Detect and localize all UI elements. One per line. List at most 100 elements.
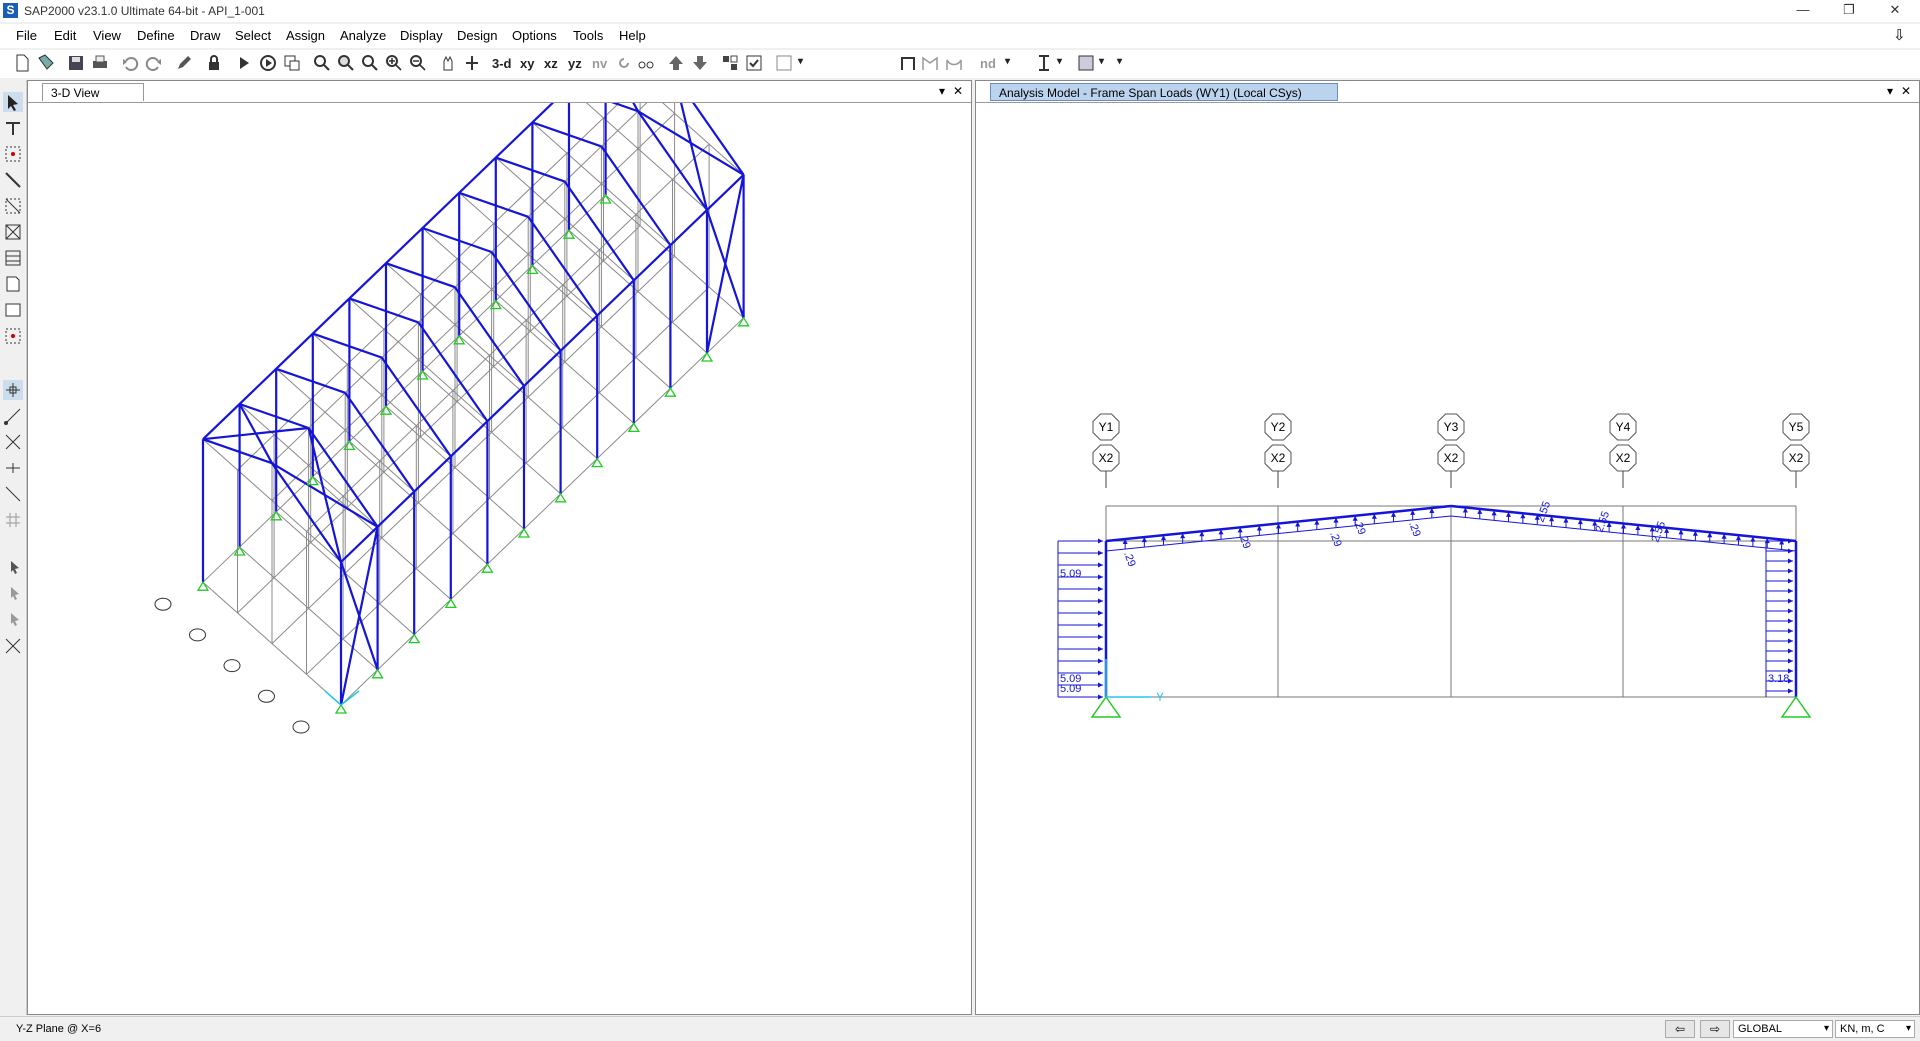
undo-icon[interactable] xyxy=(120,53,140,73)
quick-draw-area-icon[interactable] xyxy=(3,326,23,346)
save-icon[interactable] xyxy=(66,53,86,73)
quick-draw-secondary-icon[interactable] xyxy=(3,248,23,268)
menu-select[interactable]: Select xyxy=(235,28,271,43)
view-nd-button[interactable]: nd xyxy=(980,56,996,71)
menu-options[interactable]: Options xyxy=(512,28,557,43)
view-3d-button[interactable]: 3-d xyxy=(492,56,512,71)
lock-model-icon[interactable] xyxy=(282,53,302,73)
check-icon[interactable] xyxy=(744,53,764,73)
clear-select-icon[interactable] xyxy=(3,610,23,630)
toolbar-dropdown-chevron-icon-3[interactable]: ▾ xyxy=(1057,56,1062,67)
snap-perpendicular-icon[interactable] xyxy=(3,458,23,478)
tab-3d-view[interactable]: 3-D View xyxy=(42,83,144,101)
zoom-previous-icon[interactable] xyxy=(360,53,380,73)
rotate-3d-icon[interactable] xyxy=(462,53,482,73)
coordinate-system-select[interactable]: GLOBAL ▾ xyxy=(1733,1020,1833,1038)
zoom-out-icon[interactable] xyxy=(408,53,428,73)
roof-brace xyxy=(637,110,745,176)
menu-view[interactable]: View xyxy=(93,28,121,43)
view-xy-button[interactable]: xy xyxy=(520,56,534,71)
run-analysis-icon[interactable] xyxy=(234,53,254,73)
section-designer-icon[interactable] xyxy=(1034,53,1054,73)
draw-tendon-icon[interactable] xyxy=(944,53,964,73)
lock-icon[interactable] xyxy=(204,53,224,73)
run-now-icon[interactable] xyxy=(258,53,278,73)
snap-intersection-icon[interactable] xyxy=(3,432,23,452)
draw-frame-icon[interactable] xyxy=(898,53,918,73)
pane-menu-chevron-icon[interactable]: ▾ xyxy=(939,84,945,98)
zoom-rubber-band-icon[interactable] xyxy=(312,53,332,73)
pan-hand-icon[interactable] xyxy=(438,53,458,73)
menu-file[interactable]: File xyxy=(16,28,37,43)
zoom-in-icon[interactable] xyxy=(384,53,404,73)
quick-draw-frame-icon[interactable] xyxy=(3,196,23,216)
open-icon[interactable] xyxy=(36,53,56,73)
toolbar-dropdown-chevron-icon-5[interactable]: ▾ xyxy=(1117,56,1122,67)
tab-analysis-model[interactable]: Analysis Model - Frame Span Loads (WY1) … xyxy=(990,83,1338,101)
pointer-icon[interactable] xyxy=(3,92,23,112)
snap-ends-icon[interactable] xyxy=(3,406,23,426)
menu-draw[interactable]: Draw xyxy=(190,28,220,43)
redo-icon[interactable] xyxy=(144,53,164,73)
draw-joint-icon[interactable] xyxy=(3,144,23,164)
snap-points-icon[interactable] xyxy=(3,380,23,400)
toolbar-dropdown-chevron-icon-4[interactable]: ▾ xyxy=(1099,56,1104,67)
previous-select-icon[interactable] xyxy=(3,584,23,604)
pane-menu-chevron-icon-right[interactable]: ▾ xyxy=(1887,84,1893,98)
toolbar-dropdown-chevron-icon-2[interactable]: ▾ xyxy=(1005,56,1010,67)
elevation-viewport[interactable]: Y1 X2 Y2 X2 Y3 X2 Y4 X2 Y5 X2 5.09 5.09 5.09 3.18.29.… xyxy=(976,102,1919,1014)
object-shrink-icon[interactable] xyxy=(774,53,794,73)
new-model-icon[interactable] xyxy=(12,53,32,73)
load-arrow-head xyxy=(1788,608,1793,614)
move-up-icon[interactable] xyxy=(666,53,686,73)
menu-define[interactable]: Define xyxy=(137,28,175,43)
reshape-icon[interactable] xyxy=(3,118,23,138)
close-pane-icon-right[interactable]: ✕ xyxy=(1901,84,1911,98)
menu-analyze[interactable]: Analyze xyxy=(340,28,386,43)
next-plane-button[interactable]: ⇨ xyxy=(1700,1020,1730,1038)
menu-edit[interactable]: Edit xyxy=(54,28,76,43)
move-down-icon[interactable] xyxy=(690,53,710,73)
rotate-icon[interactable] xyxy=(614,53,634,73)
snap-grid-icon[interactable] xyxy=(3,510,23,530)
menu-help[interactable]: Help xyxy=(619,28,646,43)
select-options-icon[interactable] xyxy=(3,636,23,656)
grid-line xyxy=(237,225,641,614)
menu-tools[interactable]: Tools xyxy=(573,28,603,43)
restore-button[interactable]: ❐ xyxy=(1826,0,1872,22)
load-value-label: 5.09 xyxy=(1060,683,1081,695)
load-arrow-head xyxy=(1788,618,1793,624)
menu-assign[interactable]: Assign xyxy=(286,28,325,43)
display-options-icon[interactable] xyxy=(720,53,740,73)
close-button[interactable]: ✕ xyxy=(1872,0,1918,22)
pencil-icon[interactable] xyxy=(174,53,194,73)
draw-poly-area-icon[interactable] xyxy=(3,274,23,294)
units-select[interactable]: KN, m, C ▾ xyxy=(1835,1020,1915,1038)
3d-viewport[interactable] xyxy=(28,50,971,1015)
view-yz-button[interactable]: yz xyxy=(568,56,582,71)
area-icon[interactable] xyxy=(1076,53,1096,73)
draw-rect-area-icon[interactable] xyxy=(3,300,23,320)
3d-model-canvas[interactable] xyxy=(28,50,971,1015)
draw-frame-line-icon[interactable] xyxy=(3,170,23,190)
zoom-restore-icon[interactable] xyxy=(336,53,356,73)
toolbar-dropdown-chevron-icon[interactable]: ▾ xyxy=(798,56,803,67)
minimize-button[interactable]: — xyxy=(1780,0,1826,22)
perspective-icon[interactable] xyxy=(636,53,656,73)
print-icon[interactable] xyxy=(90,53,110,73)
close-pane-icon[interactable]: ✕ xyxy=(953,84,963,98)
frame-rafter xyxy=(349,297,419,324)
view-nv-button[interactable]: nv xyxy=(592,56,607,71)
menu-design[interactable]: Design xyxy=(457,28,497,43)
download-icon[interactable]: ⇩ xyxy=(1893,26,1906,44)
load-arrow-head xyxy=(1788,628,1793,634)
frame-elevation-canvas[interactable]: Y1X2Y2X2Y3X2Y4X2Y5X25.095.095.093.18.29.… xyxy=(976,103,1919,1015)
select-all-icon[interactable] xyxy=(3,558,23,578)
snap-lines-icon[interactable] xyxy=(3,484,23,504)
grid-bubble-icon xyxy=(258,689,275,703)
previous-plane-button[interactable]: ⇦ xyxy=(1665,1020,1695,1038)
draw-cable-icon[interactable] xyxy=(920,53,940,73)
view-xz-button[interactable]: xz xyxy=(544,56,558,71)
menu-display[interactable]: Display xyxy=(400,28,443,43)
quick-draw-braces-icon[interactable] xyxy=(3,222,23,242)
